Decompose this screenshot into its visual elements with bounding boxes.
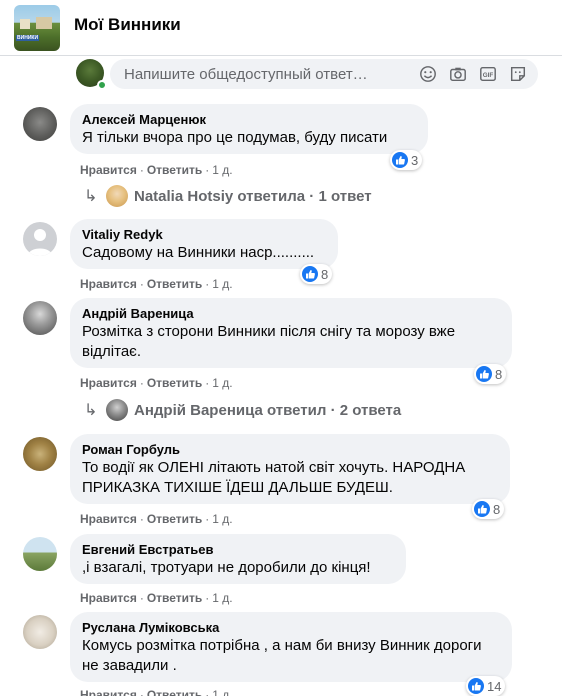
comment-text: Садовому на Винники наср.......... [82,244,315,261]
comment-text: ,і взагалі, тротуари не доробили до кінц… [82,559,371,576]
comment-time[interactable]: 1 д. [212,163,232,177]
comment-author[interactable]: Алексей Марценюк [82,112,416,128]
comment-text: То водії як ОЛЕНІ літають натой світ хоч… [82,459,466,496]
reaction-summary[interactable]: 3 [390,150,423,170]
reaction-summary[interactable]: 8 [300,264,333,284]
comment-time[interactable]: 1 д. [212,512,232,526]
reply-avatar [106,399,128,421]
reply-button[interactable]: Ответить [147,277,202,291]
comment-composer: Напишите общедоступный ответ… GIF [74,57,562,91]
like-icon [468,678,484,694]
comment-input[interactable]: Напишите общедоступный ответ… GIF [110,59,538,89]
replies-summary: Андрій Вареница ответил · 2 ответа [134,401,402,419]
svg-text:GIF: GIF [483,72,494,79]
online-status-dot [97,80,107,90]
like-button[interactable]: Нравится [80,688,137,696]
comment-bubble: Евгений Евстратьев ,і взагалі, тротуари … [70,534,406,584]
group-title[interactable]: Мої Винники [74,15,181,35]
reply-button[interactable]: Ответить [147,688,202,696]
like-button[interactable]: Нравится [80,376,137,390]
comment-author[interactable]: Руслана Луміковська [82,620,500,636]
reply-avatar [106,185,128,207]
like-button[interactable]: Нравится [80,512,137,526]
view-replies-link[interactable]: ↳ Natalia Hotsiy ответила · 1 ответ [84,184,372,208]
avatar[interactable] [23,222,57,256]
comment-actions: Нравится · Ответить · 1 д. [80,688,233,696]
comment-time[interactable]: 1 д. [212,591,232,605]
camera-icon[interactable] [448,64,468,84]
comment-time[interactable]: 1 д. [212,688,232,696]
like-icon [476,366,492,382]
like-button[interactable]: Нравится [80,163,137,177]
avatar[interactable] [23,107,57,141]
reaction-count: 8 [495,366,503,382]
comment-actions: Нравится · Ответить · 1 д. [80,512,233,526]
reply-arrow-icon: ↳ [84,402,98,419]
comment-time[interactable]: 1 д. [212,277,232,291]
comment-time[interactable]: 1 д. [212,376,232,390]
group-header: ВИНИКИ Мої Винники [0,0,562,56]
like-button[interactable]: Нравится [80,277,137,291]
comment-actions: Нравится · Ответить · 1 д. [80,591,233,605]
avatar[interactable] [23,437,57,471]
reaction-count: 8 [493,501,501,517]
reaction-count: 14 [487,678,502,694]
view-replies-link[interactable]: ↳ Андрій Вареница ответил · 2 ответа [84,398,401,422]
like-icon [302,266,318,282]
avatar[interactable] [23,537,57,571]
comment-bubble: Андрій Вареница Розмітка з сторони Винни… [70,298,512,368]
reply-button[interactable]: Ответить [147,512,202,526]
comment-bubble: Руслана Луміковська Комусь розмітка потр… [70,612,512,682]
reaction-summary[interactable]: 8 [474,364,507,384]
reaction-count: 3 [411,152,419,168]
comment-bubble: Vitaliy Redyk Садовому на Винники наср..… [70,219,338,269]
reply-button[interactable]: Ответить [147,163,202,177]
comment-text: Комусь розмітка потрібна , а нам би вниз… [82,637,482,674]
reaction-summary[interactable]: 8 [472,499,505,519]
comment-author[interactable]: Роман Горбуль [82,442,498,458]
comment-actions: Нравится · Ответить · 1 д. [80,376,233,390]
comment-actions: Нравится · Ответить · 1 д. [80,277,233,291]
comment-text: Я тільки вчора про це подумав, буду писа… [82,129,388,146]
group-thumb-tag: ВИНИКИ [16,35,40,41]
avatar[interactable] [23,301,57,335]
sticker-icon[interactable] [508,64,528,84]
comment-author[interactable]: Vitaliy Redyk [82,227,326,243]
comment-actions: Нравится · Ответить · 1 д. [80,163,233,177]
comment-bubble: Алексей Марценюк Я тільки вчора про це п… [70,104,428,154]
reaction-count: 8 [321,266,329,282]
replies-summary: Natalia Hotsiy ответила · 1 ответ [134,187,372,205]
reply-arrow-icon: ↳ [84,188,98,205]
emoji-icon[interactable] [418,64,438,84]
like-icon [392,152,408,168]
default-profile-icon [28,229,52,256]
avatar[interactable] [23,615,57,649]
group-thumbnail[interactable]: ВИНИКИ [14,5,60,51]
reaction-summary[interactable]: 14 [466,676,506,696]
comment-bubble: Роман Горбуль То водії як ОЛЕНІ літають … [70,434,510,504]
comment-text: Розмітка з сторони Винники після снігу т… [82,323,456,360]
comment-author[interactable]: Евгений Евстратьев [82,542,394,558]
comment-author[interactable]: Андрій Вареница [82,306,500,322]
gif-icon[interactable]: GIF [478,64,498,84]
like-icon [474,501,490,517]
like-button[interactable]: Нравится [80,591,137,605]
reply-button[interactable]: Ответить [147,376,202,390]
reply-button[interactable]: Ответить [147,591,202,605]
comment-input-placeholder: Напишите общедоступный ответ… [124,66,368,83]
